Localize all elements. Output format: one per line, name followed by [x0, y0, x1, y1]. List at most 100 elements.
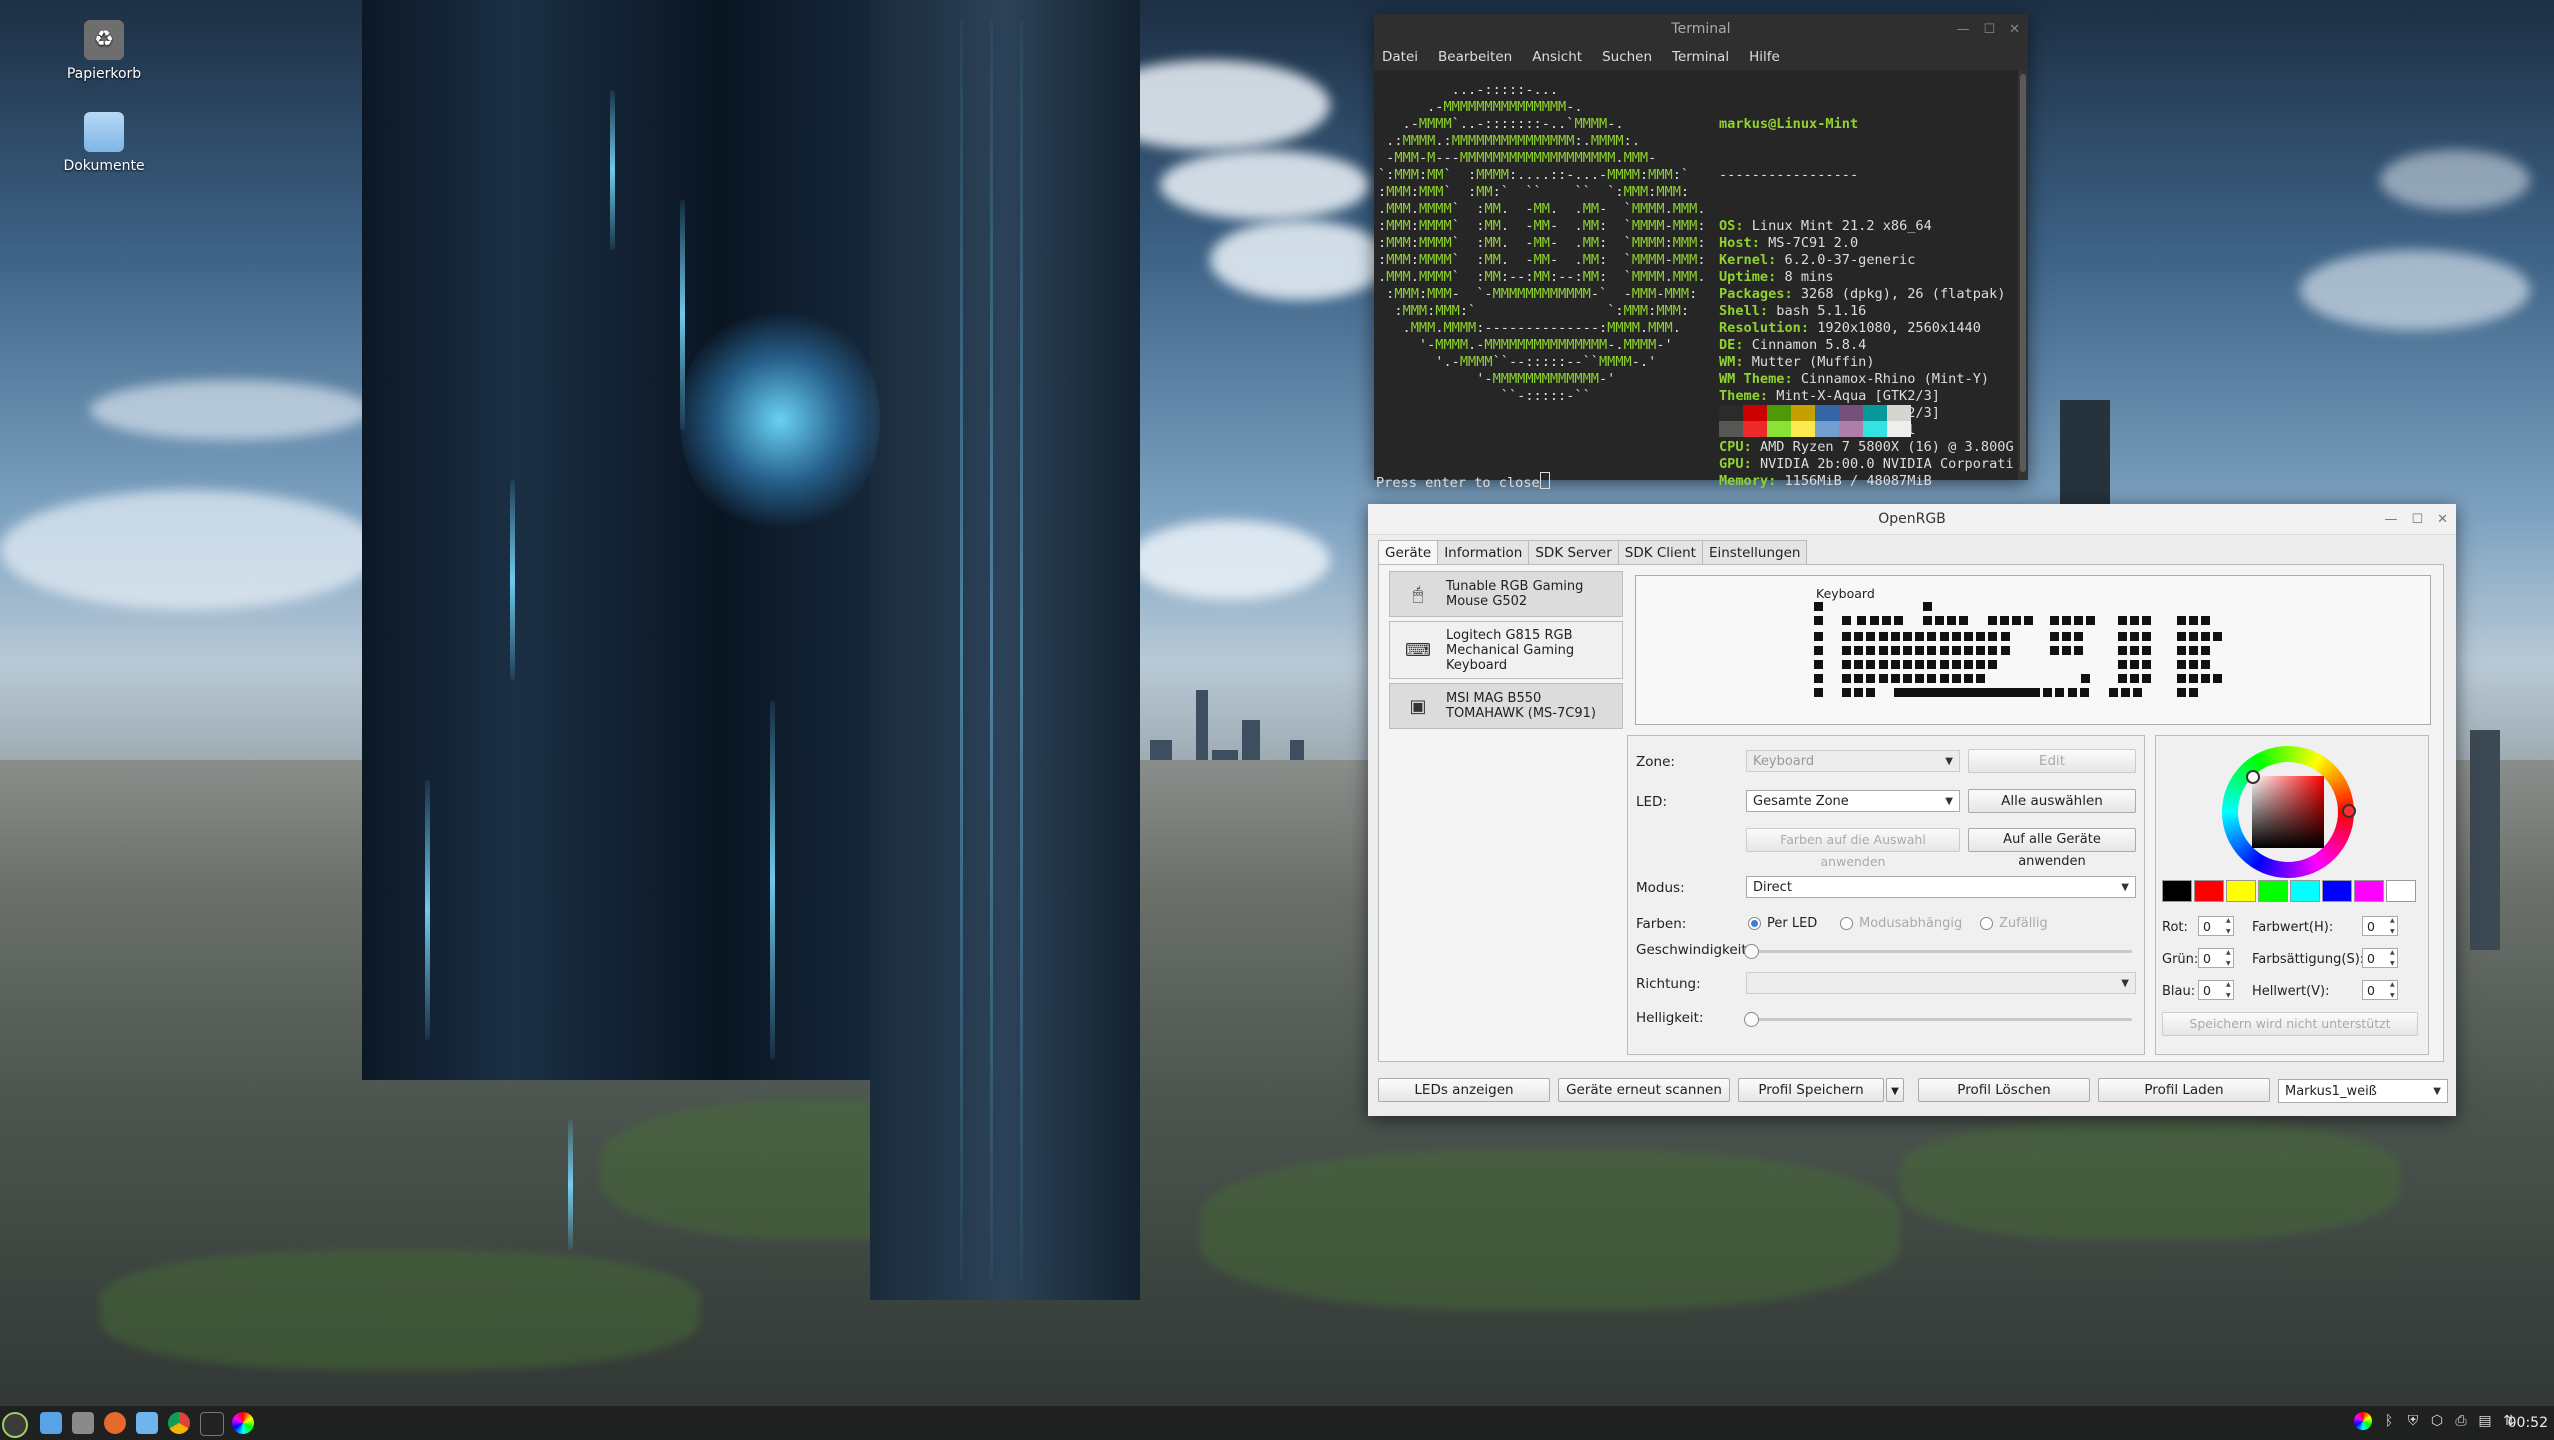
led-key[interactable]	[1902, 674, 1912, 683]
saturation-spinbox[interactable]: 0	[2362, 947, 2398, 969]
slider-handle[interactable]	[1744, 1012, 1759, 1027]
led-key[interactable]	[1878, 660, 1888, 669]
led-key[interactable]	[2080, 674, 2090, 683]
clock[interactable]: 00:52	[2508, 1406, 2548, 1440]
led-key[interactable]	[1922, 602, 1932, 611]
led-key[interactable]	[1927, 632, 1937, 641]
led-key[interactable]	[2117, 660, 2127, 669]
led-key[interactable]	[1999, 616, 2009, 625]
shield-icon[interactable]: ⛨	[2404, 1412, 2422, 1430]
edit-button[interactable]: Edit	[1968, 749, 2136, 773]
led-key[interactable]	[1854, 646, 1864, 655]
led-key[interactable]	[1927, 660, 1937, 669]
led-key[interactable]	[1915, 632, 1925, 641]
led-key[interactable]	[1894, 616, 1903, 625]
palette-color[interactable]	[2290, 880, 2320, 902]
sv-handle[interactable]	[2246, 770, 2260, 784]
led-key[interactable]	[1927, 674, 1937, 683]
led-select[interactable]: Gesamte Zone ▼	[1746, 790, 1960, 812]
device-item-mouse[interactable]: 🖱 Tunable RGB Gaming Mouse G502	[1389, 571, 1623, 617]
led-key[interactable]	[1963, 674, 1973, 683]
led-key[interactable]	[1922, 616, 1932, 625]
show-leds-button[interactable]: LEDs anzeigen	[1378, 1078, 1550, 1102]
led-key[interactable]	[1841, 632, 1851, 641]
led-key[interactable]	[1902, 646, 1912, 655]
led-key[interactable]	[2201, 616, 2211, 625]
led-key[interactable]	[2188, 688, 2198, 697]
close-icon[interactable]: ✕	[2437, 512, 2448, 527]
palette-color[interactable]	[2162, 880, 2192, 902]
led-key[interactable]	[1951, 674, 1961, 683]
terminal-scrollbar[interactable]	[2018, 70, 2028, 480]
led-key[interactable]	[1890, 646, 1900, 655]
hue-spinbox[interactable]: 0	[2362, 915, 2398, 937]
apply-to-selection-button[interactable]: Farben auf die Auswahl anwenden	[1746, 828, 1960, 869]
led-key[interactable]	[2117, 616, 2127, 625]
tab-sdk-client[interactable]: SDK Client	[1617, 540, 1703, 565]
led-key[interactable]	[2000, 646, 2010, 655]
led-key[interactable]	[1881, 616, 1891, 625]
led-key[interactable]	[2176, 688, 2186, 697]
radio-per-led[interactable]: Per LED	[1748, 916, 1817, 931]
led-key[interactable]	[1988, 632, 1998, 641]
mint-menu-icon[interactable]	[2, 1412, 28, 1438]
led-key[interactable]	[2055, 688, 2065, 697]
led-key[interactable]	[2142, 632, 2152, 641]
desktop-icon-trash[interactable]: ♻ Papierkorb	[49, 20, 159, 82]
led-key[interactable]	[1857, 616, 1867, 625]
led-key[interactable]	[2142, 616, 2152, 625]
select-all-button[interactable]: Alle auswählen	[1968, 789, 2136, 813]
led-key[interactable]	[1814, 616, 1823, 625]
mode-select[interactable]: Direct ▼	[1746, 876, 2136, 898]
device-item-motherboard[interactable]: ▣ MSI MAG B550 TOMAHAWK (MS-7C91)	[1389, 683, 1623, 729]
led-key[interactable]	[2130, 616, 2139, 625]
red-spinbox[interactable]: 0	[2198, 915, 2234, 937]
keyboard-led-preview[interactable]: Keyboard	[1635, 575, 2431, 725]
led-key[interactable]	[2201, 674, 2211, 683]
printer-icon[interactable]: ⎙	[2452, 1412, 2470, 1430]
led-key[interactable]	[2213, 674, 2223, 683]
led-key[interactable]	[1939, 660, 1949, 669]
openrgb-tray-icon[interactable]	[2354, 1412, 2372, 1430]
led-key[interactable]	[2142, 660, 2152, 669]
led-key[interactable]	[1934, 616, 1944, 625]
delete-profile-button[interactable]: Profil Löschen	[1918, 1078, 2090, 1102]
led-key[interactable]	[2130, 646, 2139, 655]
minimize-icon[interactable]: —	[2384, 512, 2397, 527]
led-key[interactable]	[1988, 646, 1998, 655]
profile-select[interactable]: Markus1_weiß ▼	[2278, 1079, 2448, 1103]
led-key[interactable]	[1854, 674, 1864, 683]
menu-bearbeiten[interactable]: Bearbeiten	[1438, 49, 1512, 65]
green-spinbox[interactable]: 0	[2198, 947, 2234, 969]
led-key[interactable]	[1976, 660, 1986, 669]
led-key[interactable]	[2130, 632, 2139, 641]
radio-mode-specific[interactable]: Modusabhängig	[1840, 916, 1962, 931]
blue-spinbox[interactable]: 0	[2198, 979, 2234, 1001]
led-key[interactable]	[2061, 646, 2071, 655]
led-key[interactable]	[2117, 674, 2127, 683]
led-key[interactable]	[2188, 660, 2198, 669]
palette-color[interactable]	[2226, 880, 2256, 902]
palette-color[interactable]	[2354, 880, 2384, 902]
led-key[interactable]	[1866, 632, 1876, 641]
led-key[interactable]	[1866, 688, 1876, 697]
led-key[interactable]	[2176, 660, 2186, 669]
led-key[interactable]	[1951, 632, 1961, 641]
led-key[interactable]	[1927, 646, 1937, 655]
led-key[interactable]	[1854, 632, 1864, 641]
maximize-icon[interactable]: ☐	[2411, 512, 2423, 527]
led-key[interactable]	[2074, 646, 2083, 655]
led-key[interactable]	[2012, 616, 2021, 625]
led-key[interactable]	[1841, 674, 1851, 683]
zone-select[interactable]: Keyboard ▼	[1746, 750, 1960, 772]
led-key[interactable]	[1841, 616, 1851, 625]
led-key[interactable]	[2132, 688, 2142, 697]
led-key[interactable]	[1963, 632, 1973, 641]
tab-geraete[interactable]: Geräte	[1378, 540, 1439, 565]
menu-ansicht[interactable]: Ansicht	[1532, 49, 1582, 65]
saturation-value-square[interactable]	[2252, 776, 2324, 848]
tab-einstellungen[interactable]: Einstellungen	[1701, 540, 1808, 565]
led-key[interactable]	[1854, 660, 1864, 669]
maximize-icon[interactable]: ☐	[1983, 22, 1995, 37]
led-key[interactable]	[1915, 646, 1925, 655]
